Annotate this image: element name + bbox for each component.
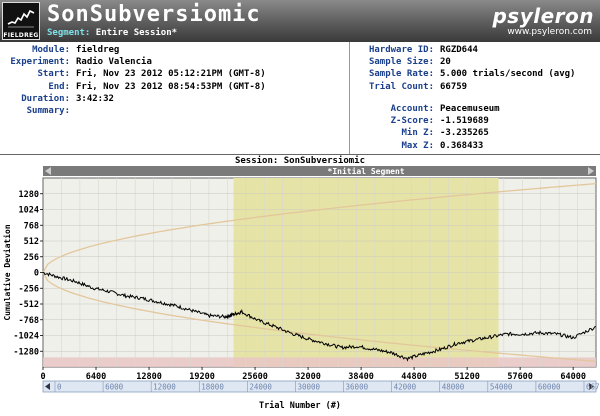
info-key: Sample Rate: — [368, 69, 434, 80]
scrollbar-tick-label: 0 — [57, 383, 62, 392]
info-value: -3.235265 — [440, 128, 489, 139]
info-value: Radio Valencia — [76, 57, 152, 68]
info-key: Module: — [32, 45, 70, 55]
x-tick-label: 6400 — [86, 372, 106, 382]
info-key: Min Z: — [401, 128, 434, 139]
y-tick-label: -1024 — [13, 332, 39, 342]
info-value: RGZD644 — [440, 45, 478, 55]
scrollbar-tick-label: 12000 — [153, 383, 176, 392]
psyleron-logo[interactable]: psyleron — [492, 4, 594, 28]
x-tick-label: 25600 — [242, 372, 268, 382]
info-value: fieldreg — [76, 45, 120, 55]
scrollbar-tick-label: 54000 — [490, 383, 513, 392]
info-value: Fri, Nov 23 2012 05:12:21PM (GMT-8) — [76, 69, 266, 80]
y-tick-label: -256 — [19, 284, 39, 294]
scrollbar-tick-label: 42000 — [394, 383, 417, 392]
brand-url[interactable]: www.psyleron.com — [507, 27, 592, 37]
y-tick-label: 768 — [24, 221, 39, 231]
x-tick-label: 12800 — [136, 372, 162, 382]
scrollbar-tick-label: 24000 — [249, 383, 272, 392]
info-value: 0.368433 — [440, 140, 484, 151]
chart-title: Session: SonSubversiomic — [235, 155, 365, 166]
scrollbar-tick-label: 60000 — [538, 383, 561, 392]
info-key: Max Z: — [401, 140, 434, 151]
y-tick-label: 1024 — [19, 206, 39, 216]
logo-text: FIELDREG — [3, 32, 39, 39]
info-key: Trial Count: — [368, 81, 434, 92]
x-tick-label: 44800 — [401, 372, 427, 382]
info-key: Duration: — [21, 93, 70, 104]
y-tick-label: -512 — [19, 300, 39, 310]
info-key: Sample Size: — [368, 57, 434, 68]
y-tick-label: 0 — [34, 269, 39, 279]
info-value: 5.000 trials/second (avg) — [440, 69, 576, 80]
x-tick-label: 51200 — [454, 372, 480, 382]
x-tick-label: 38400 — [348, 372, 374, 382]
y-tick-label: -1280 — [13, 347, 39, 357]
y-tick-label: 512 — [24, 237, 39, 247]
app-header: FIELDREG SonSubversiomic Segment: Entire… — [0, 0, 600, 42]
x-tick-label: 64000 — [560, 372, 586, 382]
x-axis-label: Trial Number (#) — [259, 400, 341, 411]
info-value: 66759 — [440, 81, 468, 92]
info-key: Z-Score: — [390, 116, 434, 127]
y-tick-label: -768 — [19, 316, 39, 326]
info-key: Hardware ID: — [368, 45, 434, 55]
scrollbar-tick-label: 6000 — [105, 383, 124, 392]
segment-label: Segment: — [47, 28, 91, 38]
x-tick-label: 0 — [40, 372, 45, 382]
info-key: Experiment: — [10, 57, 70, 68]
cumulative-deviation-chart: Session: SonSubversiomic*Initial Segment… — [2, 155, 600, 411]
x-tick-label: 32000 — [295, 372, 321, 382]
info-value: 3:42:32 — [76, 93, 114, 104]
scrollbar-tick-label: 36000 — [346, 383, 369, 392]
chart-panel: Session: SonSubversiomic *Initial Segment… — [0, 154, 600, 412]
info-value: Peacemuseum — [440, 104, 500, 114]
segment-bar — [43, 166, 596, 176]
info-key: Summary: — [26, 106, 70, 116]
info-value: -1.519689 — [440, 116, 489, 127]
info-value: 20 — [440, 57, 451, 68]
scrollbar-tick-label: 18000 — [201, 383, 224, 392]
info-value: Fri, Nov 23 2012 08:54:53PM (GMT-8) — [76, 81, 266, 92]
x-tick-label: 19200 — [189, 372, 215, 382]
y-tick-label: 1280 — [19, 190, 39, 200]
app-title: SonSubversiomic — [47, 2, 261, 27]
segment-line: Segment: Entire Session* — [47, 28, 177, 38]
segment-label: *Initial Segment — [328, 166, 405, 176]
scrollbar-tick-label: 66759 — [586, 383, 600, 392]
session-info-panel: Module: fieldreg Experiment: Radio Valencia… — [0, 42, 600, 154]
info-key: Account: — [390, 104, 434, 114]
waveform-icon — [7, 9, 35, 28]
segment-value: Entire Session* — [95, 28, 178, 38]
scrollbar-tick-label: 30000 — [297, 383, 320, 392]
y-axis-label: Cumulative Deviation — [2, 224, 12, 321]
x-tick-label: 57600 — [507, 372, 533, 382]
info-key: Start: — [37, 69, 70, 80]
scrollbar-tick-label: 48000 — [442, 383, 465, 392]
info-key: End: — [48, 81, 70, 92]
y-tick-label: 256 — [24, 253, 39, 263]
divider — [349, 42, 350, 154]
fieldreg-logo: FIELDREG — [2, 2, 40, 40]
